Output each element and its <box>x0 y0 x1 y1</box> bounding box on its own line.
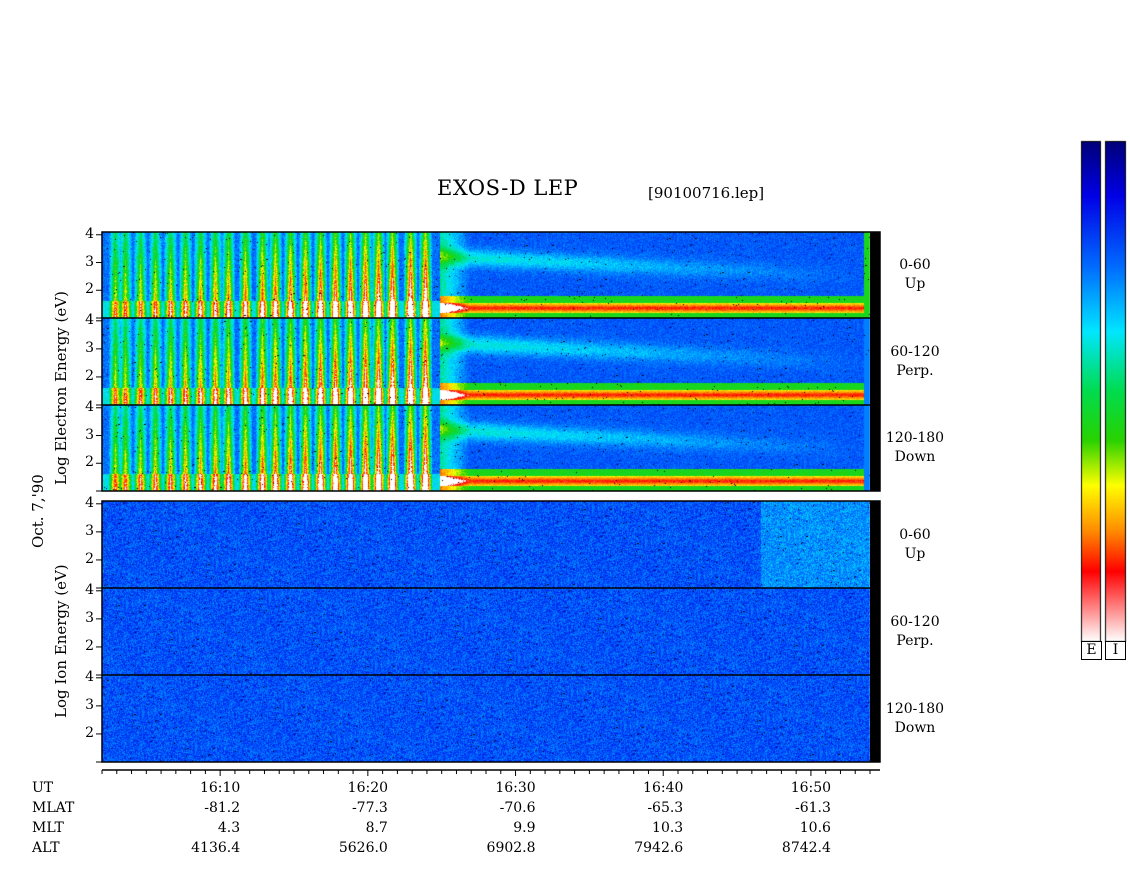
y-tick-label: 4 <box>85 311 94 328</box>
ion-right-strip <box>870 501 880 762</box>
panel-direction: Down <box>894 449 936 465</box>
panel-angle: 0-60 <box>899 526 931 543</box>
x-axis-value-ut: 16:20 <box>347 780 389 796</box>
colorbar-label-i: I <box>1105 641 1126 660</box>
y-tick-label: 3 <box>85 696 94 713</box>
ion-frame <box>101 500 881 763</box>
chart-title: EXOS-D LEP <box>437 176 579 200</box>
electron-ylabel: Log Electron Energy (eV) <box>52 291 70 485</box>
x-axis-value-alt: 5626.0 <box>338 840 388 856</box>
y-tick-label: 3 <box>85 609 94 626</box>
x-axis-value-mlat: -61.3 <box>795 800 831 816</box>
x-axis-value-mlat: -77.3 <box>351 800 388 816</box>
x-axis-value-ut: 16:10 <box>199 780 241 796</box>
y-tick-label: 2 <box>85 637 94 654</box>
y-tick-label: 4 <box>85 398 94 415</box>
panel-angle: 60-120 <box>890 343 940 360</box>
panel-direction: Perp. <box>896 362 934 379</box>
panel-angle: 60-120 <box>890 613 940 630</box>
electron-right-strip <box>870 232 880 491</box>
electron-frame <box>101 231 881 492</box>
ion-ylabel: Log Ion Energy (eV) <box>52 564 70 718</box>
y-tick-label: 3 <box>85 426 94 443</box>
y-tick-label: 2 <box>85 454 94 471</box>
row-label-ut: UT <box>32 780 54 796</box>
x-axis-value-mlat: -81.2 <box>204 800 241 816</box>
axes-overlay <box>96 231 881 776</box>
row-label-alt: ALT <box>32 840 60 856</box>
x-axis-value-alt: 4136.4 <box>191 840 241 856</box>
panel-label: 0-60 Up <box>880 256 950 294</box>
panel-label: 60-120 Perp. <box>880 613 950 651</box>
panel-label: 0-60 Up <box>880 526 950 564</box>
panel-angle: 0-60 <box>899 257 931 273</box>
panel-direction: Up <box>904 276 926 292</box>
x-axis-value-ut: 16:30 <box>495 780 536 796</box>
panel-direction: Perp. <box>896 632 934 649</box>
x-axis-value-alt: 6902.8 <box>486 840 536 856</box>
x-axis-value-ut: 16:50 <box>790 780 832 796</box>
y-tick-label: 2 <box>85 550 94 567</box>
file-name: [90100716.lep] <box>648 184 765 202</box>
x-axis-value-ut: 16:40 <box>643 780 684 796</box>
panel-angle: 120-180 <box>885 430 945 446</box>
y-tick-label: 4 <box>85 225 94 242</box>
panel-label: 120-180 Down <box>880 429 950 467</box>
x-axis-value-mlt: 10.3 <box>652 820 684 836</box>
x-axis-value-mlt: 8.7 <box>365 820 388 836</box>
y-tick-label: 3 <box>85 253 94 270</box>
y-tick-label: 4 <box>85 668 94 685</box>
y-tick-label: 3 <box>85 339 94 356</box>
y-tick-label: 3 <box>85 522 94 539</box>
y-tick-label: 2 <box>85 281 94 298</box>
x-axis-value-mlat: -70.6 <box>499 800 536 816</box>
x-axis-value-alt: 8742.4 <box>781 840 831 856</box>
y-tick-label: 4 <box>85 581 94 598</box>
date-label: Oct. 7,'90 <box>29 474 47 548</box>
row-label-mlt: MLT <box>32 820 64 836</box>
row-label-mlat: MLAT <box>32 800 75 816</box>
y-tick-label: 2 <box>85 724 94 741</box>
panel-direction: Up <box>904 545 926 562</box>
x-axis-value-mlt: 10.6 <box>799 820 831 836</box>
y-tick-label: 2 <box>85 367 94 384</box>
x-axis-value-mlt: 9.9 <box>513 820 536 836</box>
x-axis-value-mlt: 4.3 <box>217 820 241 836</box>
y-tick-label: 4 <box>85 494 94 511</box>
panel-direction: Down <box>894 719 936 736</box>
panel-label: 120-180 Down <box>880 700 950 738</box>
panel-label: 60-120 Perp. <box>880 343 950 381</box>
colorbar-label-e: E <box>1081 641 1102 660</box>
x-axis-value-alt: 7942.6 <box>634 840 684 856</box>
panel-angle: 120-180 <box>885 700 945 717</box>
x-axis-value-mlat: -65.3 <box>647 800 684 816</box>
